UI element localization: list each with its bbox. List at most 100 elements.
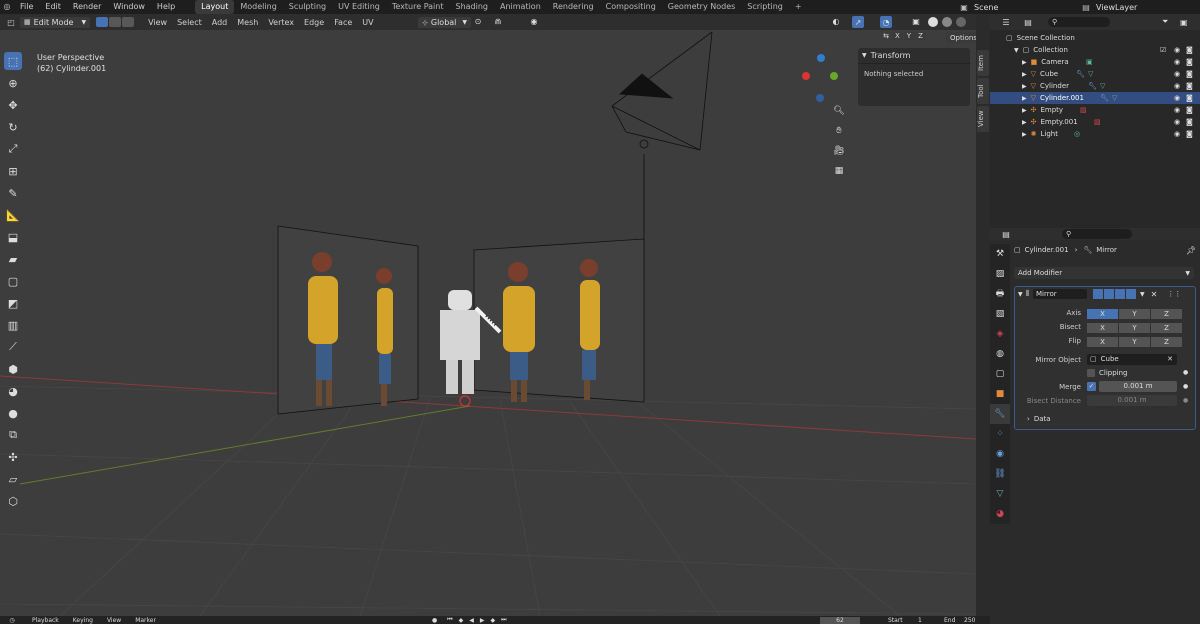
grid-ortho-icon[interactable]: ▦ (832, 164, 846, 178)
mirror-z-toggle[interactable]: Z (915, 32, 926, 40)
snap-icon[interactable]: ⋒ (492, 17, 504, 26)
visibility-icon[interactable]: ◐ (830, 17, 842, 26)
jump-end-icon[interactable]: ⏭ (501, 616, 506, 624)
outliner-item[interactable]: ▶ ▽ Cube 🔧︎ ▽ ◉ ◙ (990, 68, 1200, 80)
menu-edge[interactable]: Edge (299, 18, 329, 27)
workspace-tab-modeling[interactable]: Modeling (234, 0, 282, 14)
camera-render-icon[interactable]: ◙ (1186, 82, 1193, 90)
play-reverse-icon[interactable]: ◀ (469, 617, 474, 624)
end-frame-field[interactable]: 250 (964, 617, 975, 624)
modifier-name-field[interactable]: Mirror (1033, 289, 1087, 299)
blender-logo-icon[interactable]: ◎ (0, 0, 14, 14)
timeline-menu-keying[interactable]: Keying (73, 617, 93, 624)
eye-icon[interactable]: ◉ (1174, 70, 1180, 78)
flip-y-button[interactable]: Y (1119, 337, 1150, 347)
outliner-item[interactable]: ▶ ■ Camera ▣ ◉ ◙ (990, 56, 1200, 68)
eye-icon[interactable]: ◉ (1174, 58, 1180, 66)
mirror-y-toggle[interactable]: Y (903, 32, 915, 40)
vertex-select-mode-button[interactable] (96, 17, 109, 27)
timeline-editor-icon[interactable]: ◷ (6, 617, 18, 624)
menu-uv[interactable]: UV (357, 18, 378, 27)
workspace-tab-shading[interactable]: Shading (449, 0, 494, 14)
output-props-icon[interactable]: 🖶︎ (990, 284, 1010, 304)
outliner-item-selected[interactable]: ▶ ▽ Cylinder.001 🔧︎ ▽ ◉ ◙ (990, 92, 1200, 104)
workspace-tab-uv-editing[interactable]: UV Editing (332, 0, 386, 14)
timeline-menu-view[interactable]: View (107, 617, 121, 624)
workspace-tab-animation[interactable]: Animation (494, 0, 547, 14)
camera-render-icon[interactable]: ◙ (1186, 70, 1193, 78)
mirror-toggle-icon[interactable]: ⇆ (880, 32, 892, 40)
rotate-tool-icon[interactable]: ↻ (4, 118, 22, 136)
gizmo-x-axis-icon[interactable] (802, 72, 810, 80)
mirror-x-toggle[interactable]: X (892, 32, 903, 40)
rip-region-tool-icon[interactable]: ⬡ (4, 492, 22, 510)
camera-render-icon[interactable]: ◙ (1186, 130, 1193, 138)
bisect-distance-field[interactable]: 0.001 m (1087, 395, 1177, 406)
current-frame-field[interactable]: 62 (820, 616, 860, 624)
loop-cut-tool-icon[interactable]: ▥ (4, 316, 22, 334)
edge-slide-tool-icon[interactable]: ⧉ (4, 426, 22, 444)
axis-x-button[interactable]: X (1087, 309, 1118, 319)
rendered-shading-icon[interactable] (956, 17, 966, 27)
3d-viewport[interactable]: ◰ ▦ Edit Mode ▼ View Select Add Mesh Ver… (0, 14, 976, 616)
bisect-x-button[interactable]: X (1087, 323, 1118, 333)
gizmo-y-axis-icon[interactable] (830, 72, 838, 80)
solid-shading-icon[interactable] (928, 17, 938, 27)
workspace-tab-compositing[interactable]: Compositing (600, 0, 662, 14)
measure-tool-icon[interactable]: 📐 (4, 206, 22, 224)
navigation-gizmo[interactable] (800, 50, 844, 110)
workspace-tab-geometry-nodes[interactable]: Geometry Nodes (662, 0, 741, 14)
camera-render-icon[interactable]: ◙ (1186, 46, 1193, 54)
next-keyframe-icon[interactable]: ◆ (490, 617, 495, 624)
knife-tool-icon[interactable]: ⟋ (4, 338, 22, 356)
modifier-menu-chevron-icon[interactable]: ▼ (1140, 291, 1145, 298)
edge-select-mode-button[interactable] (109, 17, 122, 27)
bisect-z-button[interactable]: Z (1151, 323, 1182, 333)
collapse-chevron-icon[interactable]: ▼ (1018, 291, 1023, 298)
face-select-mode-button[interactable] (122, 17, 135, 27)
transform-tool-icon[interactable]: ⊞ (4, 162, 22, 180)
move-tool-icon[interactable]: ✥ (4, 96, 22, 114)
outliner-item[interactable]: ▶ ✣ Empty.001 ▨ ◉ ◙ (990, 116, 1200, 128)
add-cube-tool-icon[interactable]: ⬓ (4, 228, 22, 246)
workspace-tab-sculpting[interactable]: Sculpting (283, 0, 332, 14)
menu-edit[interactable]: Edit (39, 0, 67, 14)
menu-add[interactable]: Add (207, 18, 233, 27)
viewport-toggle-icon[interactable] (1115, 289, 1125, 299)
tab-view[interactable]: View (977, 106, 989, 132)
left-mirror-plane[interactable] (277, 225, 419, 415)
editor-type-icon[interactable]: ◰ (4, 18, 18, 27)
poly-build-tool-icon[interactable]: ⬢ (4, 360, 22, 378)
timeline-menu-playback[interactable]: Playback (32, 617, 59, 624)
mirror-object-field[interactable]: ▢ Cube ✕ (1087, 354, 1177, 365)
extrude-region-tool-icon[interactable]: ▰ (4, 250, 22, 268)
gizmo-toggle-icon[interactable]: ↗ (852, 16, 864, 28)
keyframe-dot-icon[interactable]: ● (1183, 383, 1188, 390)
menu-window[interactable]: Window (107, 0, 151, 14)
xray-toggle-icon[interactable]: ▣ (910, 17, 922, 26)
camera-render-icon[interactable]: ◙ (1186, 118, 1193, 126)
smooth-tool-icon[interactable]: ● (4, 404, 22, 422)
merge-checkbox[interactable]: ✓ (1087, 382, 1096, 391)
clear-field-icon[interactable]: ✕ (1167, 354, 1173, 365)
outliner-scene-collection[interactable]: ▢ Scene Collection (990, 32, 1200, 44)
pin-icon[interactable]: 📌︎ (1186, 246, 1196, 255)
keyframe-dot-icon[interactable]: ● (1183, 369, 1188, 376)
camera-render-icon[interactable]: ◙ (1186, 94, 1193, 102)
cursor-tool-icon[interactable]: ⊕ (4, 74, 22, 92)
render-props-icon[interactable]: ▨ (990, 264, 1010, 284)
material-shading-icon[interactable] (942, 17, 952, 27)
mode-selector[interactable]: ▦ Edit Mode ▼ (20, 16, 91, 28)
pivot-point-icon[interactable]: ⊙ (472, 17, 484, 26)
edit-mode-toggle-icon[interactable] (1093, 289, 1103, 299)
add-workspace-icon[interactable]: + (789, 0, 808, 14)
workspace-tab-texture-paint[interactable]: Texture Paint (386, 0, 450, 14)
outliner-item[interactable]: ▶ ▽ Cylinder 🔧︎ ▽ ◉ ◙ (990, 80, 1200, 92)
outliner-collection[interactable]: ▼ ▢ Collection ☑ ◉ ◙ (990, 44, 1200, 56)
menu-mesh[interactable]: Mesh (232, 18, 263, 27)
flip-x-button[interactable]: X (1087, 337, 1118, 347)
bevel-tool-icon[interactable]: ◩ (4, 294, 22, 312)
clipping-checkbox[interactable] (1087, 369, 1095, 377)
particles-props-icon[interactable]: ⁘ (990, 424, 1010, 444)
modifier-props-icon[interactable]: 🔧︎ (990, 404, 1010, 424)
